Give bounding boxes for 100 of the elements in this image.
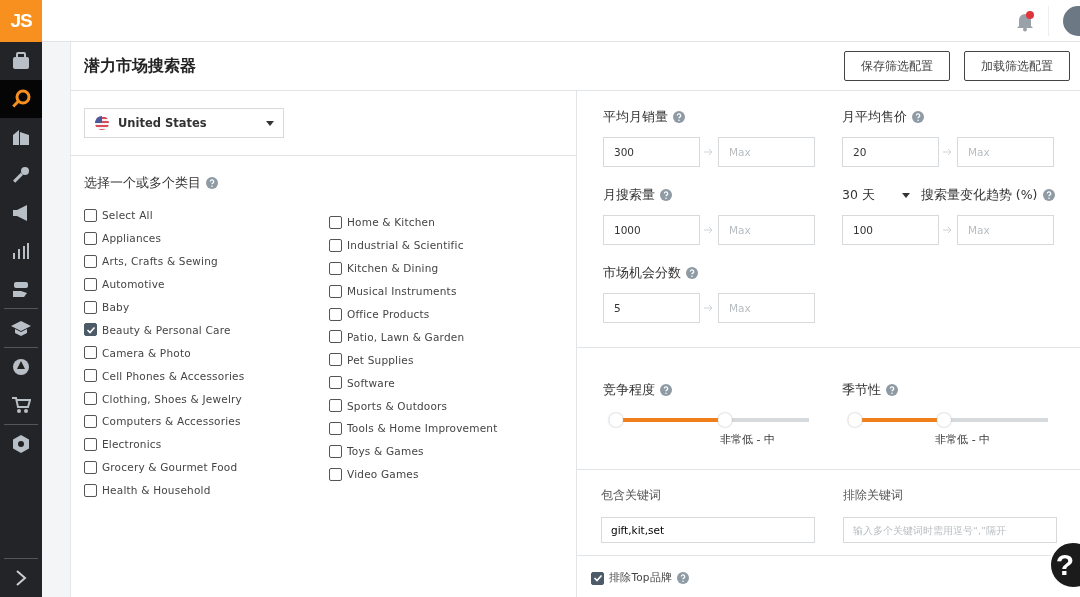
caret-icon bbox=[266, 120, 274, 126]
nav-search-icon[interactable] bbox=[0, 80, 42, 118]
category-label: Video Games bbox=[347, 468, 419, 481]
min-input[interactable]: 5 bbox=[603, 293, 700, 323]
category-label: Sports & Outdoors bbox=[347, 399, 448, 412]
max-input[interactable]: Max bbox=[718, 293, 815, 323]
category-label: Tools & Home Improvement bbox=[347, 422, 498, 435]
max-input[interactable]: Max bbox=[718, 137, 815, 167]
checkbox[interactable] bbox=[329, 421, 342, 435]
category-label: Camera & Photo bbox=[102, 346, 191, 359]
checkbox[interactable] bbox=[329, 399, 342, 413]
filter-label: 包含关键词 bbox=[601, 487, 662, 503]
filter-label: 平均月销量 bbox=[603, 108, 668, 126]
checkbox[interactable] bbox=[84, 414, 97, 428]
category-label: Software bbox=[347, 376, 395, 389]
category-label: Office Products bbox=[347, 308, 430, 320]
checkbox[interactable] bbox=[84, 483, 97, 497]
checkbox[interactable] bbox=[329, 238, 342, 252]
checkbox[interactable] bbox=[329, 307, 342, 321]
slider-handle[interactable] bbox=[937, 413, 951, 427]
help-icon[interactable] bbox=[673, 111, 685, 123]
arrow-icon bbox=[704, 148, 714, 156]
checkbox[interactable] bbox=[84, 300, 97, 314]
category-label: Toys & Games bbox=[347, 445, 424, 458]
checkbox[interactable] bbox=[329, 215, 342, 229]
arrow-icon bbox=[704, 304, 714, 312]
category-label: Select All bbox=[102, 209, 153, 222]
arrow-icon bbox=[943, 148, 953, 156]
category-label: Arts, Crafts & Sewing bbox=[102, 255, 218, 268]
help-icon[interactable] bbox=[660, 189, 672, 201]
min-input[interactable]: 20 bbox=[842, 137, 939, 167]
checkbox[interactable] bbox=[591, 571, 604, 585]
checkbox[interactable] bbox=[329, 284, 342, 298]
flag-icon bbox=[94, 115, 110, 131]
arrow-icon bbox=[943, 226, 953, 234]
section-label: 选择一个或多个类目 bbox=[84, 174, 201, 192]
filter-label: 市场机会分数 bbox=[603, 264, 681, 282]
filter-label: 月平均售价 bbox=[842, 108, 907, 126]
page-title: 潜力市场搜索器 bbox=[84, 55, 196, 77]
filter-config-button[interactable]: 保存筛选配置 bbox=[844, 51, 950, 81]
checkbox-label: 排除Top品牌 bbox=[609, 571, 673, 585]
category-label: Computers & Accessories bbox=[102, 415, 241, 428]
checkbox[interactable] bbox=[84, 254, 97, 268]
category-label: Cell Phones & Accessories bbox=[102, 369, 245, 382]
checkbox[interactable] bbox=[329, 261, 342, 275]
checkbox[interactable] bbox=[329, 353, 342, 367]
min-input[interactable]: 300 bbox=[603, 137, 700, 167]
category-label: Grocery & Gourmet Food bbox=[102, 461, 238, 474]
checkbox[interactable] bbox=[329, 467, 342, 481]
checkbox[interactable] bbox=[84, 392, 97, 406]
filter-label: 搜索量变化趋势 (%) bbox=[920, 186, 1038, 204]
category-label: Industrial & Scientific bbox=[347, 239, 464, 252]
help-icon[interactable] bbox=[677, 572, 690, 584]
checkbox[interactable] bbox=[84, 231, 97, 245]
checkbox[interactable] bbox=[84, 437, 97, 451]
slider-handle[interactable] bbox=[718, 413, 732, 427]
max-input[interactable]: Max bbox=[957, 137, 1054, 167]
category-label: Health & Household bbox=[102, 484, 211, 497]
checkbox[interactable] bbox=[84, 277, 97, 291]
help-icon[interactable] bbox=[206, 177, 218, 189]
checkbox[interactable] bbox=[329, 444, 342, 458]
filter-label: 竞争程度 bbox=[603, 381, 655, 399]
category-label: Electronics bbox=[102, 438, 162, 451]
checkbox[interactable] bbox=[84, 369, 97, 383]
category-label: Musical Instruments bbox=[347, 285, 457, 298]
category-label: Kitchen & Dining bbox=[347, 262, 439, 275]
help-icon[interactable] bbox=[660, 384, 672, 396]
category-label: Patio, Lawn & Garden bbox=[347, 330, 465, 343]
checkbox[interactable] bbox=[84, 460, 97, 474]
help-icon[interactable] bbox=[912, 111, 924, 123]
filter-label: 排除关键词 bbox=[843, 487, 904, 503]
avatar[interactable] bbox=[1063, 5, 1080, 36]
checkbox[interactable] bbox=[84, 208, 97, 222]
country-dropdown[interactable]: United States bbox=[84, 108, 284, 138]
category-label: Home & Kitchen bbox=[347, 216, 436, 229]
period-dropdown[interactable]: 30 天 bbox=[842, 186, 910, 204]
filter-label: 月搜索量 bbox=[603, 186, 655, 204]
category-label: Clothing, Shoes & Jewelry bbox=[102, 392, 242, 405]
filter-config-button[interactable]: 加载筛选配置 bbox=[964, 51, 1070, 81]
checkbox[interactable] bbox=[329, 330, 342, 344]
min-input[interactable]: 1000 bbox=[603, 215, 700, 245]
range-label: 非常低 - 中 bbox=[720, 432, 776, 447]
category-label: Pet Supplies bbox=[347, 353, 414, 366]
caret-icon bbox=[901, 192, 910, 198]
max-input[interactable]: Max bbox=[957, 215, 1054, 245]
help-icon[interactable] bbox=[1042, 189, 1055, 201]
filter-label: 季节性 bbox=[842, 381, 881, 399]
range-label: 非常低 - 中 bbox=[935, 432, 991, 447]
category-label: Beauty & Personal Care bbox=[102, 323, 231, 336]
checkbox[interactable] bbox=[329, 376, 342, 390]
category-label: Appliances bbox=[102, 232, 162, 245]
max-input[interactable]: Max bbox=[718, 215, 815, 245]
checkbox[interactable] bbox=[84, 346, 97, 360]
checkbox[interactable] bbox=[84, 323, 97, 337]
keyword-input[interactable]: gift,kit,set bbox=[601, 517, 815, 543]
help-icon[interactable] bbox=[686, 267, 698, 279]
help-icon[interactable] bbox=[886, 384, 898, 396]
min-input[interactable]: 100 bbox=[842, 215, 939, 245]
arrow-icon bbox=[704, 226, 714, 234]
category-label: Automotive bbox=[102, 278, 165, 291]
